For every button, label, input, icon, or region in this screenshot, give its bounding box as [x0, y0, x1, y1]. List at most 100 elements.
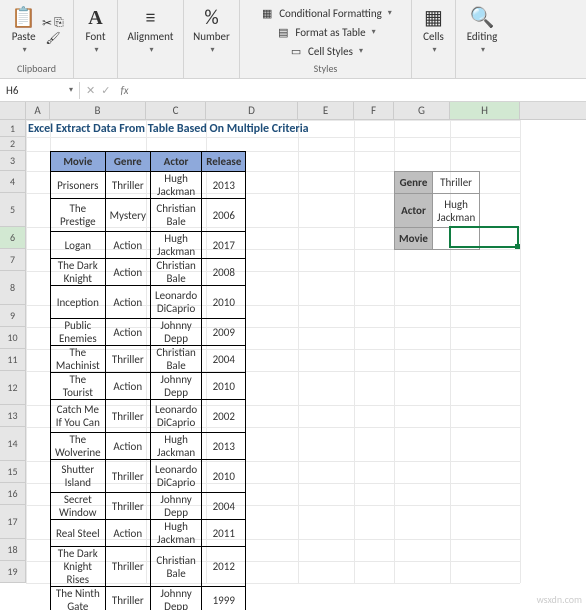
table-cell[interactable]: Real Steel: [51, 520, 106, 547]
criteria-label[interactable]: Actor: [395, 194, 433, 228]
table-cell[interactable]: The Wolverine: [51, 433, 106, 460]
table-cell[interactable]: 2002: [202, 400, 246, 433]
table-cell[interactable]: Catch Me If You Can: [51, 400, 106, 433]
row-header-19[interactable]: 19: [0, 561, 26, 583]
table-cell[interactable]: 2013: [202, 433, 246, 460]
row-header-16[interactable]: 16: [0, 483, 26, 505]
col-header-F[interactable]: F: [354, 102, 394, 119]
number-button[interactable]: % Number ▾: [191, 6, 232, 57]
table-cell[interactable]: 2004: [202, 346, 246, 373]
table-cell[interactable]: Thriller: [105, 587, 150, 610]
table-cell[interactable]: Thriller: [105, 547, 150, 587]
format-as-table-button[interactable]: ▤ Format as Table ▾: [273, 25, 377, 40]
table-cell[interactable]: 2010: [202, 373, 246, 400]
cells-button[interactable]: ▦ Cells ▾: [421, 6, 446, 57]
table-cell[interactable]: Action: [105, 286, 150, 319]
table-cell[interactable]: Public Enemies: [51, 319, 106, 346]
table-cell[interactable]: Action: [105, 373, 150, 400]
table-cell[interactable]: 2004: [202, 493, 246, 520]
col-header-D[interactable]: D: [206, 102, 298, 119]
table-cell[interactable]: Thriller: [105, 400, 150, 433]
table-cell[interactable]: 2010: [202, 460, 246, 493]
criteria-label[interactable]: Genre: [395, 172, 433, 194]
criteria-value[interactable]: [432, 228, 479, 250]
table-cell[interactable]: Action: [105, 232, 150, 259]
table-cell[interactable]: The Machinist: [51, 346, 106, 373]
row-header-14[interactable]: 14: [0, 427, 26, 461]
table-cell[interactable]: 2009: [202, 319, 246, 346]
table-cell[interactable]: 2011: [202, 520, 246, 547]
table-cell[interactable]: Shutter Island: [51, 460, 106, 493]
table-cell[interactable]: Johnny Depp: [150, 493, 201, 520]
table-cell[interactable]: Prisoners: [51, 172, 106, 199]
row-header-9[interactable]: 9: [0, 305, 26, 327]
col-header-B[interactable]: B: [50, 102, 146, 119]
row-header-4[interactable]: 4: [0, 171, 26, 193]
table-cell[interactable]: The Prestige: [51, 199, 106, 232]
row-header-7[interactable]: 7: [0, 249, 26, 271]
col-header-G[interactable]: G: [394, 102, 450, 119]
table-cell[interactable]: Christian Bale: [150, 199, 201, 232]
criteria-label[interactable]: Movie: [395, 228, 433, 250]
table-cell[interactable]: The Tourist: [51, 373, 106, 400]
table-cell[interactable]: Hugh Jackman: [150, 232, 201, 259]
table-cell[interactable]: Thriller: [105, 172, 150, 199]
name-box[interactable]: H6 ▾: [0, 82, 80, 99]
paste-button[interactable]: 📋 Paste ▾: [9, 6, 38, 57]
worksheet-grid[interactable]: ABCDEFGH 12345678910111213141516171819 E…: [0, 102, 586, 610]
row-header-5[interactable]: 5: [0, 193, 26, 227]
col-header-A[interactable]: A: [26, 102, 50, 119]
fx-icon[interactable]: fx: [116, 84, 132, 97]
table-cell[interactable]: Action: [105, 259, 150, 286]
table-cell[interactable]: Hugh Jackman: [150, 172, 201, 199]
table-cell[interactable]: Leonardo DiCaprio: [150, 400, 201, 433]
row-header-1[interactable]: 1: [0, 120, 26, 137]
table-cell[interactable]: Christian Bale: [150, 547, 201, 587]
row-header-15[interactable]: 15: [0, 461, 26, 483]
table-header[interactable]: Release: [202, 152, 246, 172]
row-header-3[interactable]: 3: [0, 151, 26, 171]
table-cell[interactable]: Hugh Jackman: [150, 520, 201, 547]
editing-button[interactable]: 🔍 Editing ▾: [465, 6, 500, 57]
row-header-13[interactable]: 13: [0, 405, 26, 427]
criteria-value[interactable]: Thriller: [432, 172, 479, 194]
table-header[interactable]: Genre: [105, 152, 150, 172]
formula-input[interactable]: [133, 82, 586, 98]
table-cell[interactable]: 2006: [202, 199, 246, 232]
cancel-icon[interactable]: ✕: [86, 84, 95, 97]
table-cell[interactable]: Thriller: [105, 346, 150, 373]
row-header-8[interactable]: 8: [0, 271, 26, 305]
table-cell[interactable]: Thriller: [105, 460, 150, 493]
table-cell[interactable]: The Dark Knight: [51, 259, 106, 286]
row-header-17[interactable]: 17: [0, 505, 26, 539]
select-all-corner[interactable]: [0, 102, 26, 119]
table-cell[interactable]: Mystery: [105, 199, 150, 232]
format-painter-icon[interactable]: 🖌: [45, 31, 60, 46]
col-header-H[interactable]: H: [450, 102, 520, 119]
table-cell[interactable]: 2008: [202, 259, 246, 286]
table-header[interactable]: Movie: [51, 152, 106, 172]
conditional-formatting-button[interactable]: ▦ Conditional Formatting ▾: [257, 6, 394, 21]
table-cell[interactable]: 2017: [202, 232, 246, 259]
font-button[interactable]: A Font ▾: [83, 6, 107, 57]
table-cell[interactable]: Johnny Depp: [150, 319, 201, 346]
row-header-11[interactable]: 11: [0, 349, 26, 371]
row-header-12[interactable]: 12: [0, 371, 26, 405]
row-header-18[interactable]: 18: [0, 539, 26, 561]
alignment-button[interactable]: ≡ Alignment ▾: [126, 6, 176, 57]
table-cell[interactable]: Secret Window: [51, 493, 106, 520]
table-cell[interactable]: Leonardo DiCaprio: [150, 286, 201, 319]
copy-icon[interactable]: ⎘: [54, 16, 64, 31]
table-cell[interactable]: Hugh Jackman: [150, 433, 201, 460]
table-cell[interactable]: 1999: [202, 587, 246, 610]
cell-styles-button[interactable]: ▭ Cell Styles ▾: [286, 44, 365, 59]
table-cell[interactable]: Johnny Depp: [150, 587, 201, 610]
table-cell[interactable]: Action: [105, 520, 150, 547]
table-cell[interactable]: 2010: [202, 286, 246, 319]
table-cell[interactable]: The Dark Knight Rises: [51, 547, 106, 587]
table-cell[interactable]: Action: [105, 319, 150, 346]
cut-icon[interactable]: ✂: [42, 16, 52, 31]
row-header-2[interactable]: 2: [0, 137, 26, 151]
row-header-6[interactable]: 6: [0, 227, 26, 249]
row-header-10[interactable]: 10: [0, 327, 26, 349]
